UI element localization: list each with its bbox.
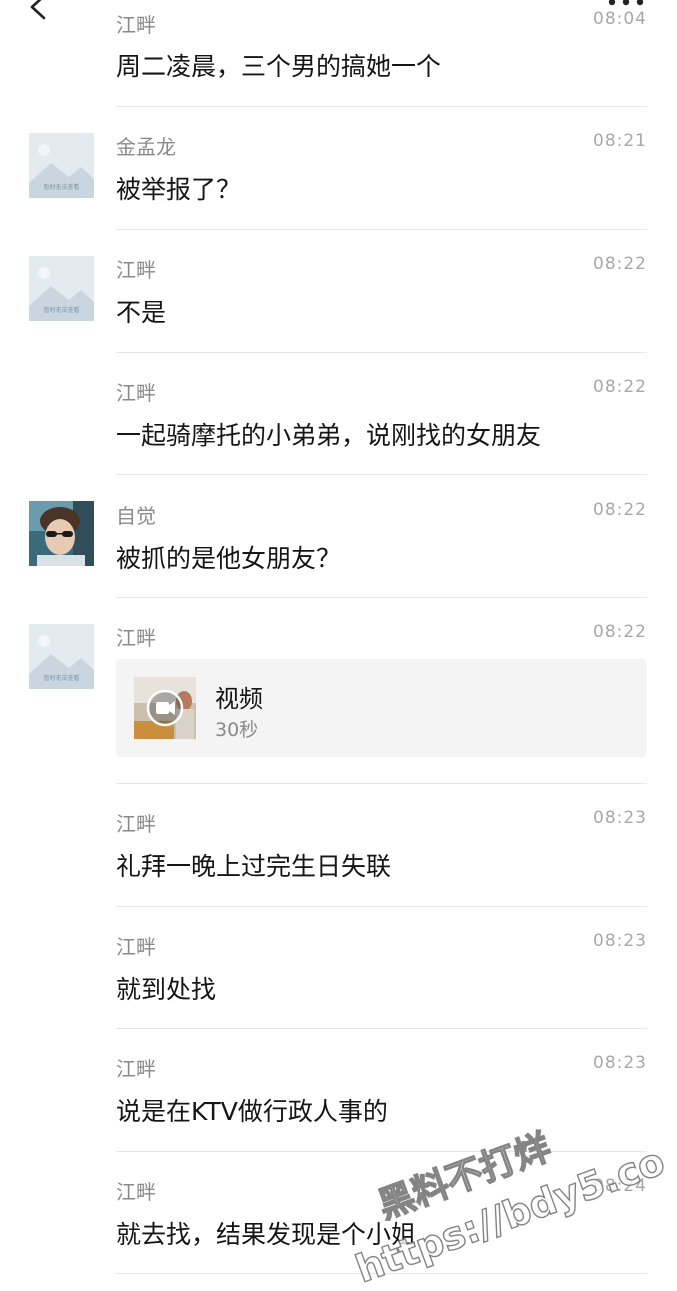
message-divider: [116, 783, 647, 784]
ellipsis-icon[interactable]: [608, 0, 644, 8]
message-divider: [116, 1151, 647, 1152]
message-divider: [116, 352, 647, 353]
message-text: 一起骑摩托的小弟弟，说刚找的女朋友: [116, 421, 542, 450]
message-divider: [116, 1028, 647, 1029]
chevron-left-icon[interactable]: [26, 0, 52, 20]
avatar-placeholder-caption: 暂时无法查看: [43, 183, 79, 191]
message-text: 说是在KTV做行政人事的: [116, 1097, 388, 1126]
sender-name: 江畔: [116, 258, 156, 282]
video-duration: 30秒: [215, 719, 259, 741]
message-time: 08:21: [593, 131, 647, 151]
sender-name: 江畔: [116, 381, 156, 405]
message-text: 就去找，结果发现是个小姐: [116, 1220, 417, 1249]
sender-name: 江畔: [116, 1180, 156, 1204]
message-time: 08:23: [593, 931, 647, 951]
message-text: 就到处找: [116, 975, 217, 1004]
avatar-placeholder-caption: 暂时无法查看: [43, 674, 79, 682]
sender-name: 金孟龙: [116, 135, 176, 159]
message-text: 被抓的是他女朋友？: [116, 544, 342, 573]
sender-name: 江畔: [116, 935, 156, 959]
message-time: 08:22: [593, 500, 647, 520]
message-text: 周二凌晨，三个男的搞她一个: [116, 52, 442, 81]
avatar-placeholder-caption: 暂时无法查看: [43, 306, 79, 314]
avatar[interactable]: 暂时无法查看: [29, 256, 94, 321]
sender-name: 江畔: [116, 812, 156, 836]
message-time: 08:23: [593, 1053, 647, 1073]
video-title: 视频: [215, 685, 263, 713]
video-thumbnail[interactable]: [134, 677, 196, 739]
message-divider: [116, 906, 647, 907]
sender-name: 江畔: [116, 1057, 156, 1081]
sender-name: 自觉: [116, 504, 156, 528]
message-time: 08:22: [593, 622, 647, 642]
message-time: 08:24: [593, 1176, 647, 1196]
message-time: 08:04: [593, 9, 647, 29]
message-divider: [116, 106, 647, 107]
message-time: 08:22: [593, 377, 647, 397]
message-time: 08:23: [593, 808, 647, 828]
video-message-card[interactable]: 视频 30秒: [116, 659, 647, 757]
avatar[interactable]: [29, 501, 94, 566]
message-time: 08:22: [593, 254, 647, 274]
message-divider: [116, 597, 647, 598]
message-divider: [116, 474, 647, 475]
sender-name: 江畔: [116, 13, 156, 37]
message-divider: [116, 1273, 647, 1274]
message-text: 被举报了？: [116, 175, 242, 204]
watermark-text: 黑料不打烊: [372, 1126, 557, 1227]
message-divider: [116, 229, 647, 230]
message-text: 不是: [116, 298, 167, 327]
message-text: 礼拜一晚上过完生日失联: [116, 852, 392, 881]
avatar[interactable]: 暂时无法查看: [29, 133, 94, 198]
sender-name: 江畔: [116, 626, 156, 650]
avatar[interactable]: 暂时无法查看: [29, 624, 94, 689]
